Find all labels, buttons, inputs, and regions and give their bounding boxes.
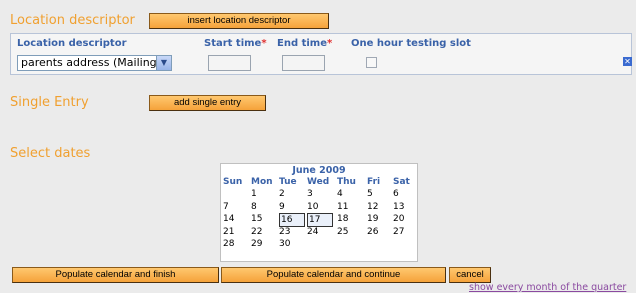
calendar-weekday-header: Sat	[393, 177, 410, 187]
insert-location-descriptor-button[interactable]: insert location descriptor	[149, 13, 329, 29]
end-time-input[interactable]	[282, 55, 325, 71]
calendar-day[interactable]: 25	[337, 226, 363, 238]
calendar-day[interactable]: 20	[393, 213, 419, 225]
calendar-day[interactable]: 26	[367, 226, 393, 238]
calendar-day[interactable]: 24	[307, 226, 333, 238]
start-time-column-header: Start time*	[204, 38, 267, 49]
calendar-weekday-header: Wed	[307, 177, 330, 187]
calendar-weekday-header: Thu	[337, 177, 356, 187]
calendar-week-row: 28 29 30	[221, 238, 417, 250]
required-mark: *	[261, 38, 267, 49]
calendar-day[interactable]: 27	[393, 226, 419, 238]
calendar-day[interactable]: 5	[367, 188, 393, 200]
populate-continue-button[interactable]: Populate calendar and continue	[221, 267, 446, 283]
calendar-week-row: 21 22 23 24 25 26 27	[221, 226, 417, 238]
calendar-day[interactable]: 2	[279, 188, 305, 200]
testing-slot-column-header: One hour testing slot	[351, 38, 471, 49]
calendar-day[interactable]: 8	[251, 201, 277, 213]
end-time-column-header: End time*	[277, 38, 332, 49]
close-icon[interactable]: ✕	[623, 57, 632, 66]
calendar-day[interactable]: 29	[251, 238, 277, 250]
calendar-weekday-row: Sun Mon Tue Wed Thu Fri Sat	[221, 176, 417, 188]
calendar-weekday-header: Fri	[367, 177, 381, 187]
calendar-day[interactable]: 14	[223, 213, 249, 225]
calendar-weekday-header: Sun	[223, 177, 243, 187]
end-time-label: End time	[277, 38, 327, 49]
calendar: June 2009 Sun Mon Tue Wed Thu Fri Sat 1 2 3 4 5 6 7 8 9…	[220, 163, 418, 262]
calendar-weekday-header: Tue	[279, 177, 297, 187]
calendar-day[interactable]: 12	[367, 201, 393, 213]
calendar-month-title: June 2009	[292, 165, 346, 176]
cancel-button[interactable]: cancel	[449, 267, 491, 283]
calendar-day[interactable]: 4	[337, 188, 363, 200]
calendar-day[interactable]: 11	[337, 201, 363, 213]
start-time-input[interactable]	[208, 55, 251, 71]
calendar-week-row: 14 15 16 17 18 19 20	[221, 213, 419, 227]
calendar-day[interactable]: 10	[307, 201, 333, 213]
show-quarter-link[interactable]: show every month of the quarter	[469, 282, 626, 293]
calendar-weekday-header: Mon	[251, 177, 273, 187]
calendar-day[interactable]: 21	[223, 226, 249, 238]
calendar-day[interactable]: 7	[223, 201, 249, 213]
one-hour-testing-slot-checkbox[interactable]	[366, 57, 377, 68]
location-descriptor-title: Location descriptor	[10, 13, 135, 28]
calendar-day[interactable]: 19	[367, 213, 393, 225]
populate-finish-button[interactable]: Populate calendar and finish	[12, 267, 219, 283]
required-mark: *	[327, 38, 333, 49]
location-row-panel: Location descriptor Start time* End time…	[10, 33, 632, 75]
location-descriptor-column-header: Location descriptor	[17, 38, 127, 49]
calendar-day[interactable]: 18	[337, 213, 363, 225]
calendar-day[interactable]: 23	[279, 226, 305, 238]
location-descriptor-select-value: parents address (Mailing	[21, 56, 157, 69]
calendar-day[interactable]: 6	[393, 188, 419, 200]
select-dates-title: Select dates	[10, 146, 91, 161]
calendar-day[interactable]: 22	[251, 226, 277, 238]
calendar-day[interactable]: 13	[393, 201, 419, 213]
calendar-day[interactable]: 3	[307, 188, 333, 200]
start-time-label: Start time	[204, 38, 262, 49]
chevron-down-icon[interactable]: ▼	[156, 56, 171, 70]
calendar-week-row: 123456	[221, 188, 417, 200]
location-descriptor-select[interactable]: parents address (Mailing ▼	[17, 55, 172, 71]
single-entry-title: Single Entry	[10, 95, 89, 110]
add-single-entry-button[interactable]: add single entry	[149, 95, 266, 111]
calendar-day[interactable]: 15	[251, 213, 277, 225]
calendar-day[interactable]: 9	[279, 201, 305, 213]
calendar-week-row: 7 8 9 10 11 12 13	[221, 201, 417, 213]
calendar-day[interactable]: 30	[279, 238, 305, 250]
calendar-day[interactable]: 28	[223, 238, 249, 250]
calendar-day[interactable]: 1	[251, 188, 277, 200]
